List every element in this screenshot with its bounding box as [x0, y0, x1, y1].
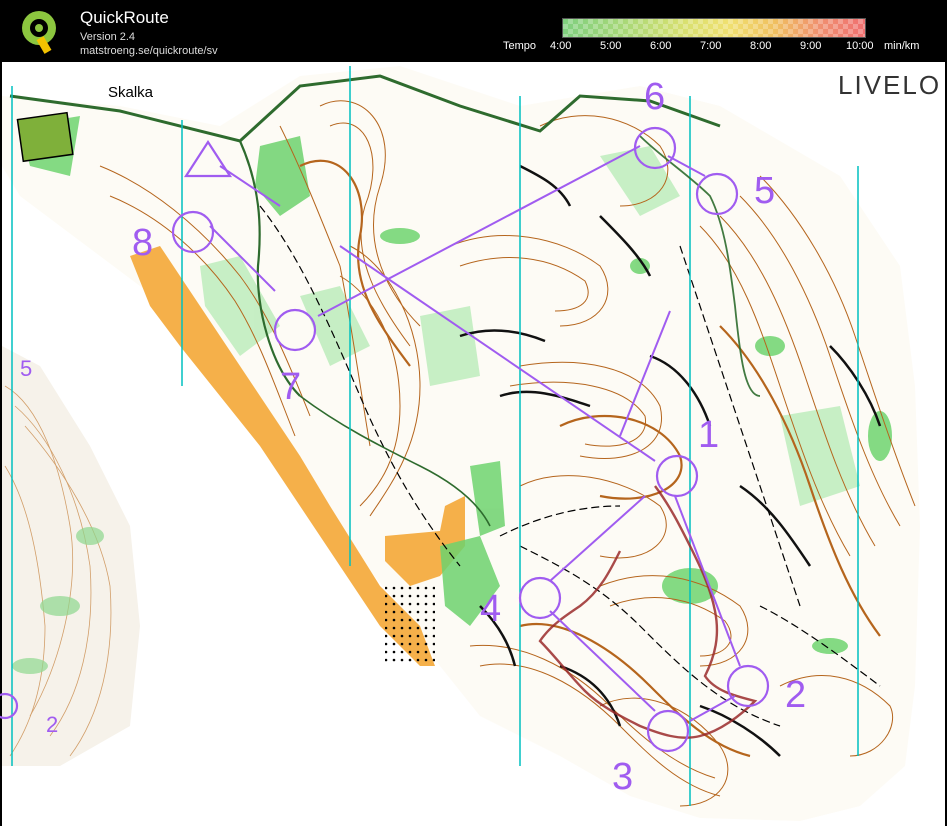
control-number-3: 3 [612, 756, 634, 798]
control-number-2: 2 [785, 674, 807, 716]
tempo-color-scale [562, 18, 866, 38]
tempo-tick: 5:00 [600, 40, 622, 52]
control-number-8: 8 [132, 222, 154, 264]
rocky-ground-area [385, 586, 435, 666]
control-number-5: 5 [754, 170, 776, 212]
control-number-4: 4 [480, 588, 502, 630]
adjacent-control-number: 5 [20, 356, 33, 381]
tempo-tick: 9:00 [800, 40, 822, 52]
control-number-7: 7 [280, 366, 302, 408]
tempo-label: Tempo [503, 40, 537, 52]
tempo-unit: min/km [884, 40, 920, 52]
control-number-1: 1 [698, 414, 720, 456]
orienteering-map[interactable]: Skalka LIVELO 1 2 3 4 5 6 7 8 5 2 [0, 66, 947, 826]
app-title: QuickRoute [80, 8, 169, 27]
adjacent-map-area [2, 346, 140, 766]
tempo-tick: 4:00 [550, 40, 572, 52]
sponsor-logo: LIVELO [838, 70, 942, 100]
app-url-link[interactable]: matstroeng.se/quickroute/sv [80, 45, 218, 57]
map-terrain-area [2, 66, 920, 821]
tempo-tick: 6:00 [650, 40, 672, 52]
quickroute-logo-icon [22, 11, 56, 54]
adjacent-control-number: 2 [46, 712, 59, 737]
building-area [16, 111, 74, 163]
place-label: Skalka [108, 84, 154, 101]
tempo-tick: 10:00 [846, 40, 874, 52]
app-header: QuickRoute Version 2.4 matstroeng.se/qui… [0, 0, 947, 62]
tempo-tick: 8:00 [750, 40, 772, 52]
app-version: Version 2.4 [80, 31, 136, 43]
tempo-tick: 7:00 [700, 40, 722, 52]
control-number-6: 6 [644, 76, 666, 118]
